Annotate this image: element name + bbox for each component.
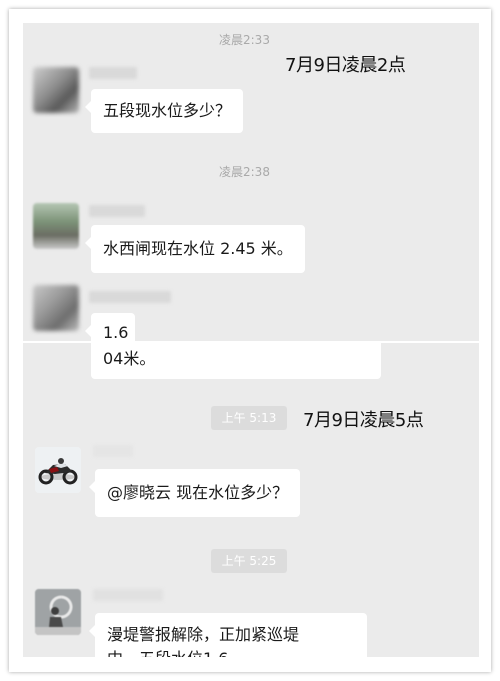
- timestamp-3: 上午 5:13: [211, 406, 287, 430]
- avatar-blurred-3[interactable]: [33, 285, 79, 331]
- avatar-4[interactable]: [35, 589, 81, 635]
- annotation-note-1: 7月9日凌晨2点: [285, 55, 406, 76]
- sender-name-blurred-2: [89, 205, 145, 217]
- avatar-motorcycle[interactable]: [35, 447, 81, 493]
- timestamp-4: 上午 5:25: [211, 549, 287, 573]
- screenshot-frame: 凌晨2:33 7月9日凌晨2点 五段现水位多少？ 凌晨2:38 水西闸现在水位 …: [9, 9, 491, 672]
- message-text-2: 水西闸现在水位 2.45 米。: [103, 239, 293, 258]
- motorcycle-icon: [35, 447, 81, 493]
- message-bubble-1[interactable]: 五段现水位多少？: [84, 89, 244, 133]
- message-text-3: 1.6: [103, 323, 129, 341]
- sender-name-blurred-5: [93, 589, 163, 601]
- message-bubble-4[interactable]: @廖晓云 现在水位多少？: [88, 469, 301, 517]
- timestamp-1: 凌晨2:33: [219, 33, 270, 47]
- sender-name-blurred-4: [93, 445, 133, 457]
- avatar-blurred-1[interactable]: [33, 67, 79, 113]
- sender-name-blurred-3: [89, 291, 171, 303]
- person-silhouette-icon: [35, 589, 81, 635]
- message-bubble-3[interactable]: 1.6: [85, 313, 135, 341]
- sender-name-blurred-1: [89, 67, 137, 79]
- message-bubble-2[interactable]: 水西闸现在水位 2.45 米。: [85, 225, 305, 273]
- message-text-1: 五段现水位多少？: [103, 101, 232, 120]
- message-text-5-line2: 中，五段水位1.6: [107, 647, 355, 657]
- message-text-3-continued: 04米。: [103, 349, 156, 368]
- avatar-blurred-2[interactable]: [33, 203, 79, 249]
- message-bubble-5[interactable]: 漫堤警报解除，正加紧巡堤 中，五段水位1.6: [89, 613, 367, 657]
- timestamp-2: 凌晨2:38: [219, 165, 270, 179]
- message-text-5-line1: 漫堤警报解除，正加紧巡堤: [107, 625, 300, 644]
- chat-panel-lower[interactable]: 04米。 上午 5:13 7月9日凌晨5点 @廖晓云 现在水位多少？ 上午 5:…: [23, 343, 479, 657]
- message-bubble-3-continued[interactable]: 04米。: [91, 343, 381, 379]
- annotation-note-2: 7月9日凌晨5点: [303, 410, 424, 431]
- screenshot-divider: [9, 341, 491, 343]
- message-text-4: @廖晓云 现在水位多少？: [107, 483, 289, 502]
- chat-panel-upper[interactable]: 凌晨2:33 7月9日凌晨2点 五段现水位多少？ 凌晨2:38 水西闸现在水位 …: [23, 23, 479, 341]
